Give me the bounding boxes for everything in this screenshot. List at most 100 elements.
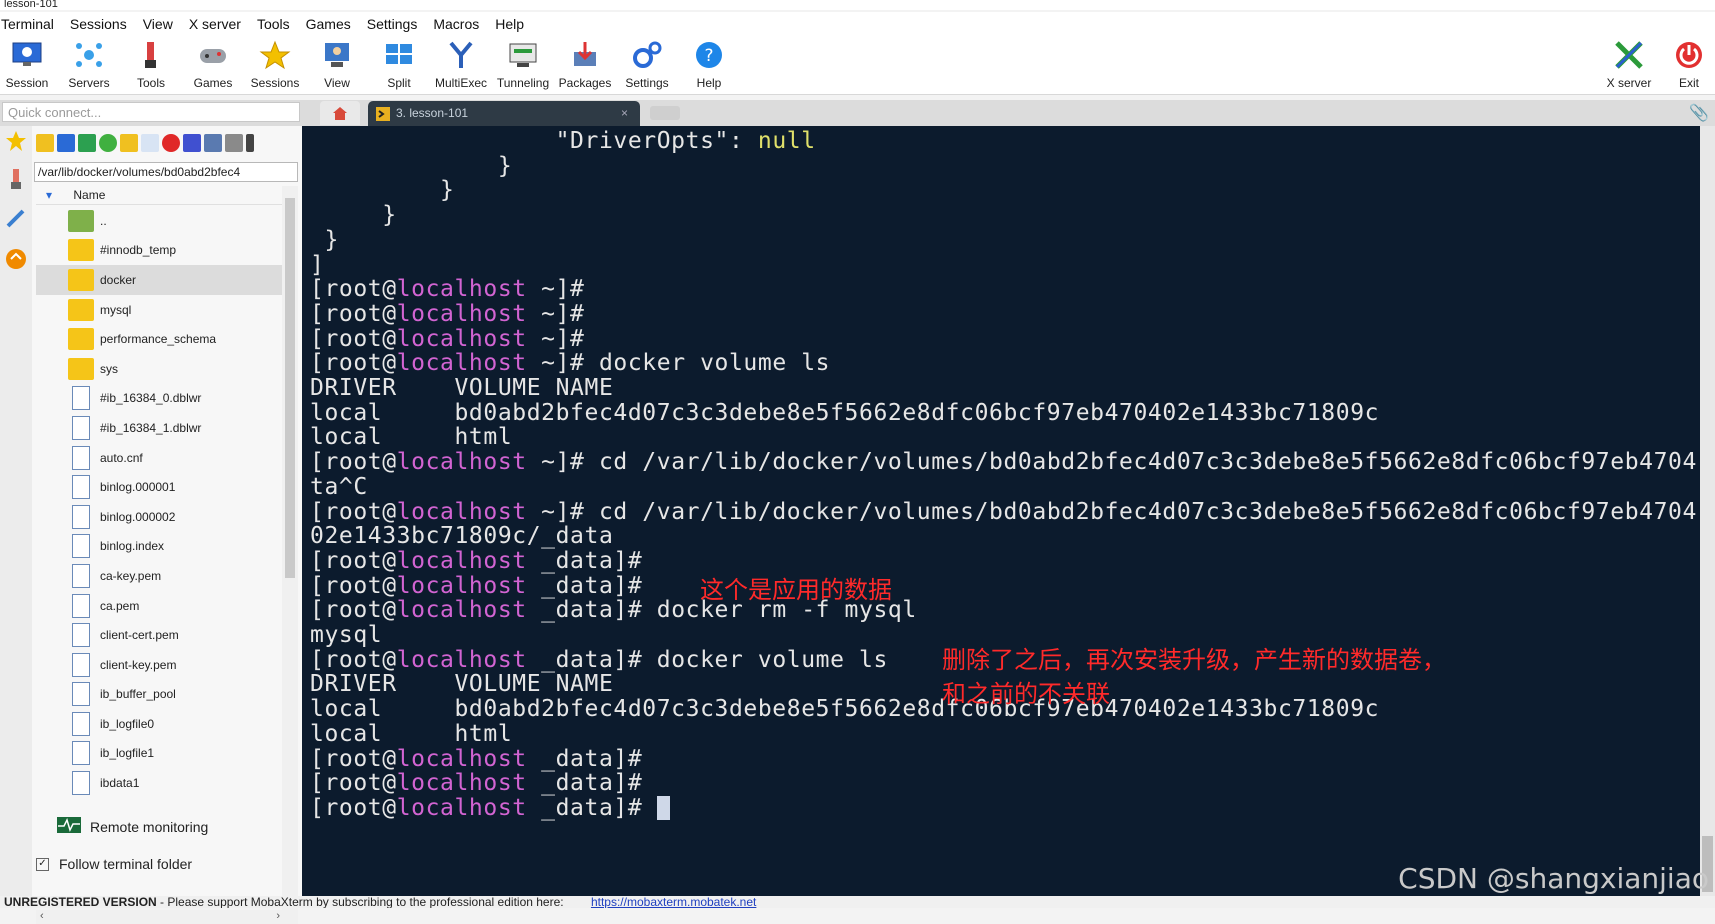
- tunneling-button[interactable]: Tunneling: [492, 36, 554, 90]
- file-row[interactable]: ibdata1: [36, 768, 282, 798]
- terminal-line: [root@localhost ~]# cd /var/lib/docker/v…: [310, 449, 1697, 475]
- file-row[interactable]: #innodb_temp: [36, 236, 282, 266]
- file-row[interactable]: binlog.index: [36, 532, 282, 562]
- file-list-scrollbar[interactable]: [282, 186, 298, 912]
- games-button[interactable]: Games: [182, 36, 244, 90]
- new-file-icon[interactable]: [141, 134, 159, 152]
- file-row[interactable]: sys: [36, 354, 282, 384]
- delete-icon[interactable]: [162, 134, 180, 152]
- terminal-icon[interactable]: [246, 134, 254, 152]
- menu-games[interactable]: Games: [305, 12, 360, 34]
- sessions-button[interactable]: Sessions: [244, 36, 306, 90]
- rename-icon[interactable]: [183, 134, 201, 152]
- new-tab-button[interactable]: [650, 106, 680, 120]
- prompt-host: localhost: [396, 276, 527, 303]
- view-icon: [320, 38, 354, 72]
- menu-macros[interactable]: Macros: [432, 12, 488, 34]
- tools-strip-icon[interactable]: [3, 166, 29, 192]
- terminal-line: }: [310, 226, 339, 253]
- packages-button[interactable]: Packages: [554, 36, 616, 90]
- servers-button[interactable]: Servers: [58, 36, 120, 90]
- remote-monitoring-button[interactable]: Remote monitoring: [56, 816, 208, 838]
- scroll-right-icon[interactable]: ›: [276, 910, 280, 922]
- scroll-left-icon[interactable]: ‹: [40, 910, 44, 922]
- file-row[interactable]: performance_schema: [36, 324, 282, 354]
- prompt-user: [root@: [310, 300, 397, 327]
- file-list-hscrollbar[interactable]: ‹ ›: [36, 910, 298, 924]
- packages-icon: [568, 38, 602, 72]
- file-name: auto.cnf: [100, 450, 143, 465]
- file-row[interactable]: ca-key.pem: [36, 561, 282, 591]
- file-row[interactable]: ca.pem: [36, 591, 282, 621]
- paperclip-icon[interactable]: 📎: [1689, 103, 1709, 123]
- mobatek-link[interactable]: https://mobaxterm.mobatek.net: [591, 896, 756, 908]
- file-row[interactable]: client-cert.pem: [36, 620, 282, 650]
- terminal-cursor: [656, 796, 670, 821]
- prompt-host: localhost: [396, 449, 527, 476]
- menu-tools[interactable]: Tools: [256, 12, 299, 34]
- file-row[interactable]: client-key.pem: [36, 650, 282, 680]
- close-tab-button[interactable]: ×: [621, 101, 628, 126]
- sessions-star-icon[interactable]: [3, 128, 29, 154]
- file-row[interactable]: mysql: [36, 295, 282, 325]
- path-field[interactable]: /var/lib/docker/volumes/bd0abd2bfec4: [34, 162, 298, 182]
- multiexec-button[interactable]: MultiExec: [430, 36, 492, 90]
- session-button[interactable]: Session: [0, 36, 58, 90]
- terminal-line: }: [310, 177, 455, 204]
- help-button[interactable]: ? Help: [678, 36, 740, 90]
- file-name: ibdata1: [100, 776, 140, 791]
- upload-icon[interactable]: [78, 134, 96, 152]
- download-icon[interactable]: [57, 134, 75, 152]
- file-row[interactable]: ..: [36, 206, 282, 236]
- view-button[interactable]: View: [306, 36, 368, 90]
- menu-terminal[interactable]: Terminal: [0, 12, 63, 34]
- terminal-line: [root@localhost _data]# docker volume ls: [310, 647, 888, 673]
- settings-button[interactable]: Settings: [616, 36, 678, 90]
- menu-xserver[interactable]: X server: [188, 12, 250, 34]
- exit-button[interactable]: Exit: [1658, 36, 1715, 90]
- gear-icon: [630, 38, 664, 72]
- quick-connect-input[interactable]: Quick connect...: [2, 102, 300, 122]
- edit-icon[interactable]: [225, 134, 243, 152]
- terminal-scrollbar[interactable]: [1700, 126, 1715, 896]
- terminal-line: mysql: [310, 622, 383, 648]
- file-row[interactable]: auto.cnf: [36, 443, 282, 473]
- tools-button[interactable]: Tools: [120, 36, 182, 90]
- file-row[interactable]: ib_logfile0: [36, 709, 282, 739]
- file-name: binlog.000001: [100, 480, 176, 495]
- menu-sessions[interactable]: Sessions: [69, 12, 136, 34]
- menu-settings[interactable]: Settings: [366, 12, 427, 34]
- file-row[interactable]: binlog.000001: [36, 472, 282, 502]
- column-header-name[interactable]: ▾ Name: [36, 186, 298, 205]
- file-row[interactable]: ib_buffer_pool: [36, 680, 282, 710]
- tab-lesson-101[interactable]: 3. lesson-101 ×: [368, 101, 640, 126]
- refresh-icon[interactable]: [99, 134, 117, 152]
- file-row[interactable]: ib_logfile1: [36, 739, 282, 769]
- folder-icon: [68, 239, 94, 262]
- terminal-line: [root@localhost _data]#: [310, 795, 670, 821]
- file-row[interactable]: #ib_16384_1.dblwr: [36, 413, 282, 443]
- prompt-user: [root@: [310, 646, 397, 673]
- parent-folder-icon[interactable]: [36, 134, 54, 152]
- macros-strip-icon[interactable]: [3, 206, 29, 232]
- follow-terminal-folder-checkbox[interactable]: ✓ Follow terminal folder: [36, 856, 192, 872]
- prompt-command: _data]#: [526, 794, 657, 821]
- permissions-icon[interactable]: [204, 134, 222, 152]
- terminal-line: [root@localhost ~]#: [310, 276, 585, 302]
- checkbox-checked[interactable]: ✓: [36, 857, 49, 871]
- file-name: ib_buffer_pool: [100, 687, 176, 702]
- split-button[interactable]: Split: [368, 36, 430, 90]
- home-tab[interactable]: [320, 101, 360, 125]
- sftp-strip-icon[interactable]: [3, 246, 29, 272]
- file-icon: [72, 623, 90, 648]
- prompt-command: ~]#: [526, 276, 585, 303]
- scrollbar-thumb[interactable]: [285, 198, 295, 578]
- menu-view[interactable]: View: [142, 12, 182, 34]
- file-row[interactable]: docker: [36, 265, 282, 295]
- menu-help[interactable]: Help: [494, 12, 533, 34]
- file-row[interactable]: #ib_16384_0.dblwr: [36, 384, 282, 414]
- new-folder-icon[interactable]: [120, 134, 138, 152]
- xserver-button[interactable]: X server: [1598, 36, 1660, 90]
- terminal-output[interactable]: "DriverOpts": null } } } }] [root@localho…: [302, 126, 1700, 896]
- file-row[interactable]: binlog.000002: [36, 502, 282, 532]
